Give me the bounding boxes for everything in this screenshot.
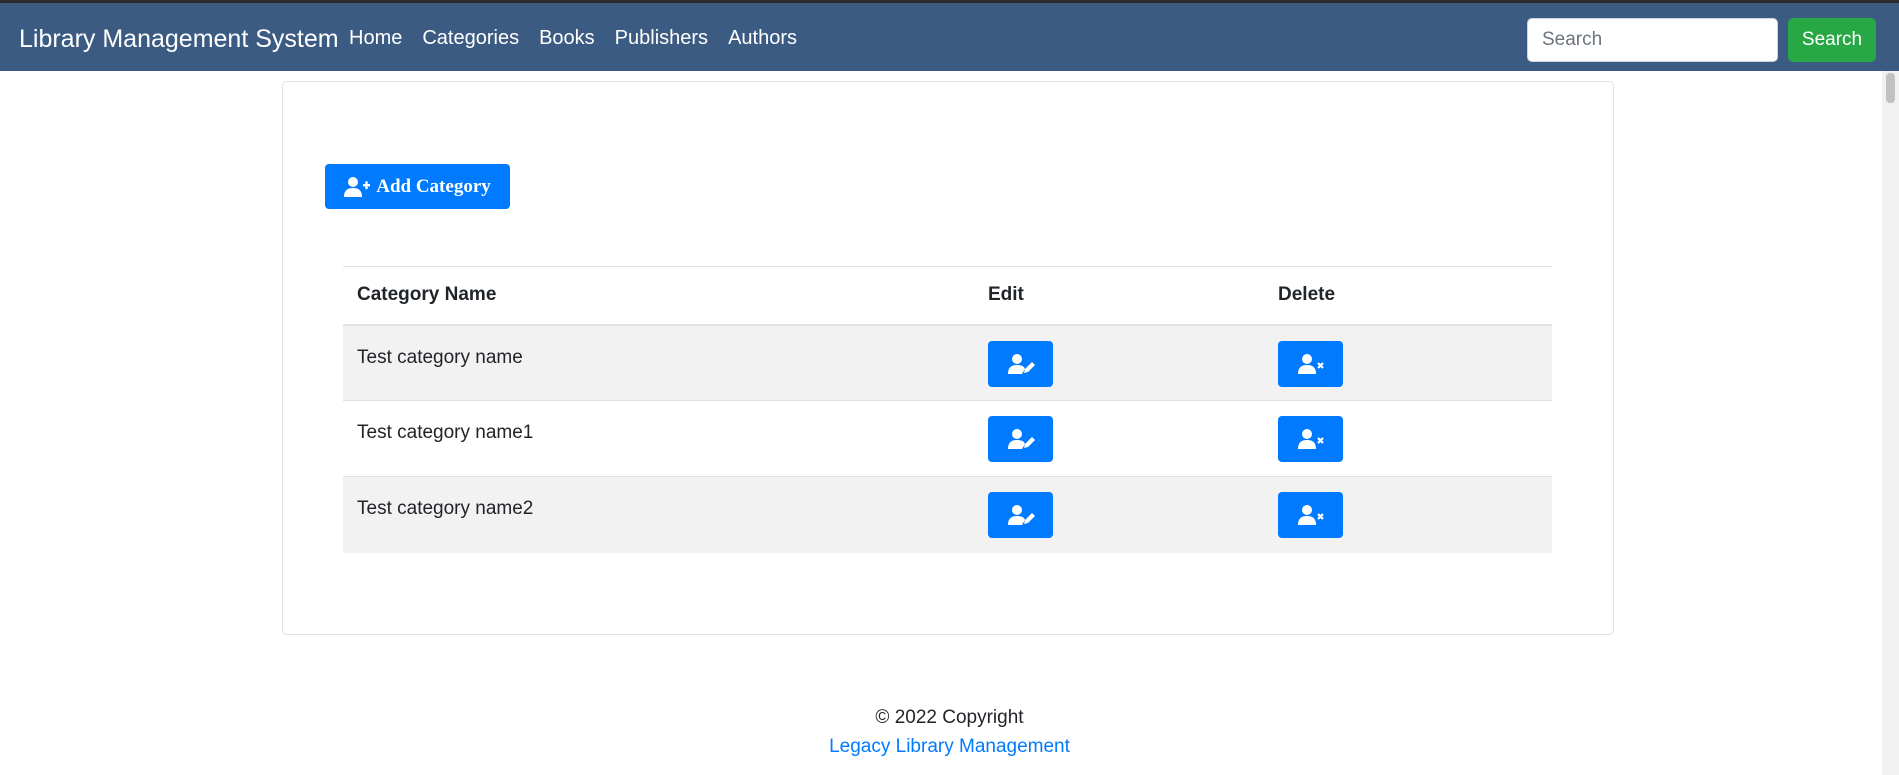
table-row: Test category name2 xyxy=(343,476,1552,553)
delete-button[interactable] xyxy=(1278,340,1343,387)
header-category-name: Category Name xyxy=(343,266,974,326)
user-times-icon xyxy=(1297,353,1324,374)
scrollbar-thumb[interactable] xyxy=(1886,73,1895,103)
edit-button[interactable] xyxy=(988,340,1053,387)
user-plus-icon xyxy=(344,176,371,197)
edit-button[interactable] xyxy=(988,492,1053,538)
nav-link-categories[interactable]: Categories xyxy=(422,27,519,50)
brand-link[interactable]: Library Management System xyxy=(19,25,339,54)
delete-button[interactable] xyxy=(1278,492,1343,538)
user-edit-icon xyxy=(1007,505,1035,525)
delete-cell xyxy=(1264,476,1552,553)
footer-copyright: © 2022 Copyright xyxy=(875,707,1024,728)
scrollbar[interactable] xyxy=(1882,71,1899,775)
edit-button[interactable] xyxy=(988,416,1053,462)
search-input[interactable] xyxy=(1527,18,1778,62)
user-edit-icon xyxy=(1007,353,1035,374)
user-edit-icon xyxy=(1007,429,1035,449)
edit-cell xyxy=(974,324,1264,401)
category-name-cell: Test category name xyxy=(343,324,974,401)
nav-links: Home Categories Books Publishers Authors xyxy=(349,27,797,50)
category-table: Category Name Edit Delete Test category … xyxy=(343,266,1552,553)
add-category-button[interactable]: Add Category xyxy=(325,164,510,209)
header-edit: Edit xyxy=(974,266,1264,326)
delete-button[interactable] xyxy=(1278,416,1343,462)
table-header-row: Category Name Edit Delete xyxy=(343,266,1552,326)
nav-link-books[interactable]: Books xyxy=(539,27,595,50)
user-times-icon xyxy=(1297,505,1324,525)
edit-cell xyxy=(974,400,1264,477)
nav-link-home[interactable]: Home xyxy=(349,27,402,50)
table-row: Test category name1 xyxy=(343,400,1552,477)
nav-link-authors[interactable]: Authors xyxy=(728,27,797,50)
category-table-wrap: Category Name Edit Delete Test category … xyxy=(343,266,1552,553)
delete-cell xyxy=(1264,324,1552,401)
add-category-label: Add Category xyxy=(376,175,491,197)
user-times-icon xyxy=(1297,429,1324,449)
search-button[interactable]: Search xyxy=(1788,18,1876,62)
category-name-cell: Test category name1 xyxy=(343,400,974,477)
header-delete: Delete xyxy=(1264,266,1552,326)
nav-link-publishers[interactable]: Publishers xyxy=(615,27,708,50)
category-name-cell: Test category name2 xyxy=(343,476,974,553)
edit-cell xyxy=(974,476,1264,553)
navbar: Library Management System Home Categorie… xyxy=(0,0,1899,71)
delete-cell xyxy=(1264,400,1552,477)
table-row: Test category name xyxy=(343,324,1552,401)
footer-link[interactable]: Legacy Library Management xyxy=(0,736,1899,758)
